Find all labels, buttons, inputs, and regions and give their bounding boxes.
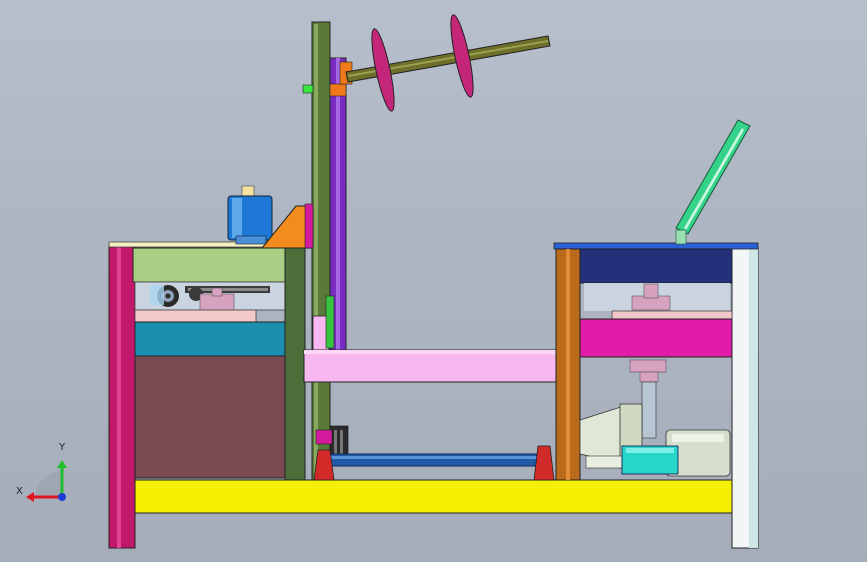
right-top-plate: [553, 242, 759, 250]
right-navy-block: [579, 248, 733, 284]
bottom-shaft-assembly: [313, 425, 555, 481]
diagonal-shaft-assembly: [345, 14, 551, 112]
left-frame: [108, 241, 316, 481]
base-yellow-beam: [132, 479, 734, 514]
model-drawing: [26, 14, 759, 549]
z-axis-dot: [58, 493, 66, 501]
left-magenta-post: [108, 245, 136, 549]
left-brown-box: [134, 355, 286, 479]
cad-viewport[interactable]: X Y: [0, 0, 867, 562]
right-magenta-plate: [579, 318, 733, 358]
lever-arm: [675, 119, 751, 245]
left-gear-hub-pink: [199, 293, 235, 311]
tall-column-assembly: [302, 21, 353, 481]
bottom-blue-shaft: [327, 453, 541, 467]
left-frame-top-green: [132, 247, 294, 283]
left-teal-block: [134, 321, 289, 357]
triad-y-label: Y: [59, 442, 66, 453]
triad-grey-wedge: [36, 471, 62, 497]
top-motor-assembly: [227, 185, 313, 249]
axis-triad: [26, 460, 67, 502]
pink-crossbeam: [303, 349, 563, 383]
triad-x-label: X: [16, 486, 23, 497]
red-bearing-right: [533, 445, 555, 481]
motor-cone: [579, 405, 625, 465]
red-bearing-left: [313, 449, 335, 481]
